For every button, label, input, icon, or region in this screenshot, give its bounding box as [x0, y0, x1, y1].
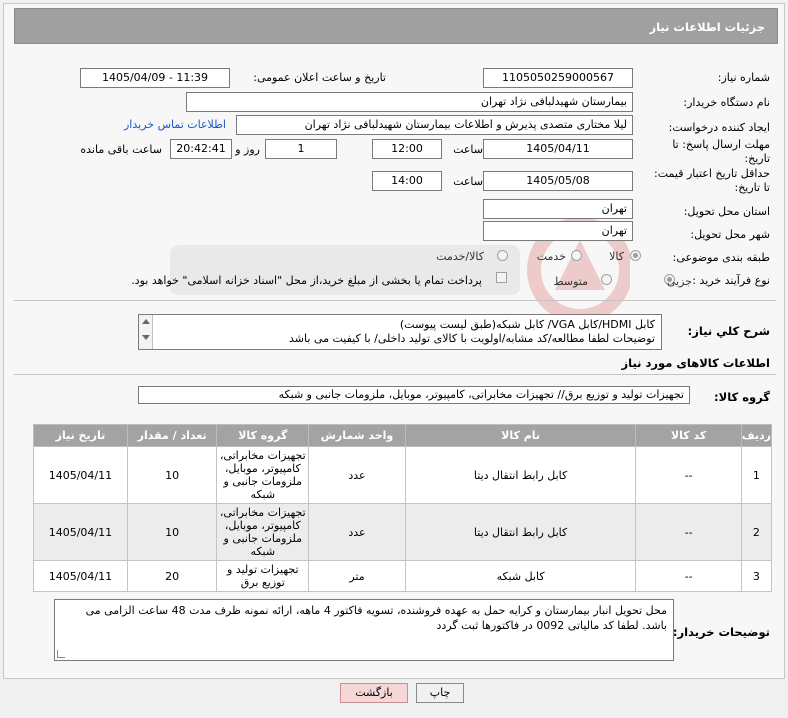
treasury-payment-note: پرداخت تمام یا بخشی از مبلغ خرید،از محل …	[131, 274, 482, 287]
validity-label-line1: حداقل تاریخ اعتبار قیمت:	[654, 167, 770, 180]
province-label: استان محل تحویل:	[683, 205, 770, 218]
col-header-code: کد کالا	[635, 424, 742, 447]
cell-row: 3	[740, 560, 773, 592]
description-textarea[interactable]: کابل HDMI/کابل VGA/ کابل شبکه(طبق لیست پ…	[138, 314, 662, 350]
process-option-minor: جزیی	[666, 275, 692, 288]
description-label: شرح کلي نياز:	[687, 324, 770, 338]
buyer-notes-text: محل تحویل انبار بیمارستان و کرایه حمل به…	[85, 604, 667, 632]
cell-name: کابل رابط انتقال دیتا	[404, 446, 637, 504]
days-label: روز و	[235, 143, 260, 156]
category-option-goods-service: کالا/خدمت	[436, 250, 484, 263]
announce-field[interactable]: 1405/04/09 - 11:39	[80, 68, 230, 88]
col-header-name: نام کالا	[404, 424, 637, 447]
description-scrollbar[interactable]	[139, 315, 153, 349]
col-header-unit: واحد شمارش	[308, 424, 406, 447]
cell-group: تجهیزات تولید و توزیع برق	[216, 560, 310, 592]
category-radio-goods[interactable]	[630, 250, 641, 261]
goods-group-field[interactable]: تجهیزات تولید و توزیع برق// تجهیزات مخاب…	[138, 386, 690, 404]
cell-group: تجهیزات مخابراتی، کامپیوتر، موبایل، ملزو…	[216, 503, 310, 561]
description-line-2: توضیحات لطفا مطالعه/کد مشابه/اولویت با ک…	[289, 332, 655, 345]
cell-code: --	[635, 503, 742, 561]
col-header-qty: تعداد / مقدار	[126, 424, 218, 447]
province-field[interactable]: تهران	[483, 199, 633, 219]
announce-label: تاریخ و ساعت اعلان عمومی:	[253, 71, 386, 84]
cell-date: 1405/04/11	[33, 503, 128, 561]
cell-date: 1405/04/11	[33, 560, 128, 592]
time-remaining-label: ساعت باقی مانده	[80, 143, 162, 156]
buyer-notes-textarea[interactable]: محل تحویل انبار بیمارستان و کرایه حمل به…	[54, 599, 674, 661]
scroll-down-icon[interactable]	[142, 335, 150, 340]
cell-qty: 10	[126, 503, 218, 561]
city-label: شهر محل تحویل:	[690, 228, 770, 241]
cell-code: --	[635, 446, 742, 504]
deadline-label-line1: مهلت ارسال پاسخ: تا	[672, 138, 770, 151]
deadline-label-line2: تاریخ:	[744, 152, 770, 165]
creator-field[interactable]: لیلا مختاری متصدی پذیرش و اطلاعات بیمارس…	[236, 115, 633, 135]
col-header-date: تاریخ نیاز	[33, 424, 128, 447]
process-option-medium: متوسط	[553, 275, 588, 288]
buyer-contact-link[interactable]: اطلاعات تماس خریدار	[124, 118, 226, 131]
page-title: جزئیات اطلاعات نیاز	[649, 20, 765, 34]
days-remaining-field[interactable]: 1	[265, 139, 337, 159]
validity-date-field[interactable]: 1405/05/08	[483, 171, 633, 191]
process-label: نوع فرآیند خرید :	[692, 274, 770, 287]
cell-unit: عدد	[308, 446, 406, 504]
goods-group-label: گروه کالا:	[714, 390, 770, 404]
scroll-up-icon[interactable]	[142, 319, 150, 324]
creator-label: ایجاد کننده درخواست:	[668, 121, 770, 134]
validity-label-line2: تا تاریخ:	[734, 181, 770, 194]
buyer-notes-label: توضیحات خریدار:	[672, 625, 770, 639]
validity-time-label: ساعت	[453, 175, 483, 188]
validity-time-field[interactable]: 14:00	[372, 171, 442, 191]
category-option-service: خدمت	[536, 250, 566, 263]
time-remaining-field[interactable]: 20:42:41	[170, 139, 232, 159]
buyer-org-field[interactable]: بیمارستان شهیدلبافی نژاد تهران	[186, 92, 633, 112]
need-number-field[interactable]: 1105050259000567	[483, 68, 633, 88]
cell-row: 1	[740, 446, 773, 504]
buyer-org-label: نام دستگاه خریدار:	[683, 96, 770, 109]
need-number-label: شماره نیاز:	[717, 71, 770, 84]
items-table: ردیف کد کالا نام کالا واحد شمارش گروه کا…	[33, 424, 773, 592]
col-header-group: گروه کالا	[216, 424, 310, 447]
col-header-row: ردیف	[740, 424, 773, 447]
table-row[interactable]: 3 -- کابل شبکه متر تجهیزات تولید و توزیع…	[33, 560, 773, 592]
category-option-goods: کالا	[609, 250, 624, 263]
cell-unit: متر	[308, 560, 406, 592]
page: جزئیات اطلاعات نیاز شماره نیاز: 11050502…	[0, 0, 788, 718]
back-button[interactable]: بازگشت	[340, 683, 408, 703]
category-radio-service[interactable]	[571, 250, 582, 261]
resize-handle-icon[interactable]	[57, 650, 65, 658]
page-header: جزئیات اطلاعات نیاز	[14, 8, 778, 44]
cell-name: کابل رابط انتقال دیتا	[404, 503, 637, 561]
cell-code: --	[635, 560, 742, 592]
table-row[interactable]: 2 -- کابل رابط انتقال دیتا عدد تجهیزات م…	[33, 503, 773, 561]
cell-group: تجهیزات مخابراتی، کامپیوتر، موبایل، ملزو…	[216, 446, 310, 504]
cell-date: 1405/04/11	[33, 446, 128, 504]
deadline-date-field[interactable]: 1405/04/11	[483, 139, 633, 159]
deadline-time-field[interactable]: 12:00	[372, 139, 442, 159]
city-field[interactable]: تهران	[483, 221, 633, 241]
process-radio-medium[interactable]	[601, 274, 612, 285]
cell-qty: 20	[126, 560, 218, 592]
treasury-payment-checkbox[interactable]	[496, 272, 507, 283]
category-label: طبقه بندی موضوعی:	[672, 251, 770, 264]
goods-info-title: اطلاعات کالاهای مورد نیاز	[621, 356, 770, 370]
divider	[14, 374, 776, 375]
category-radio-goods-service[interactable]	[497, 250, 508, 261]
print-button[interactable]: چاپ	[416, 683, 464, 703]
table-header-row: ردیف کد کالا نام کالا واحد شمارش گروه کا…	[33, 424, 773, 447]
cell-row: 2	[740, 503, 773, 561]
deadline-time-label: ساعت	[453, 143, 483, 156]
divider	[14, 300, 776, 301]
table-row[interactable]: 1 -- کابل رابط انتقال دیتا عدد تجهیزات م…	[33, 446, 773, 504]
cell-qty: 10	[126, 446, 218, 504]
cell-name: کابل شبکه	[404, 560, 637, 592]
cell-unit: عدد	[308, 503, 406, 561]
description-line-1: کابل HDMI/کابل VGA/ کابل شبکه(طبق لیست پ…	[399, 318, 655, 331]
